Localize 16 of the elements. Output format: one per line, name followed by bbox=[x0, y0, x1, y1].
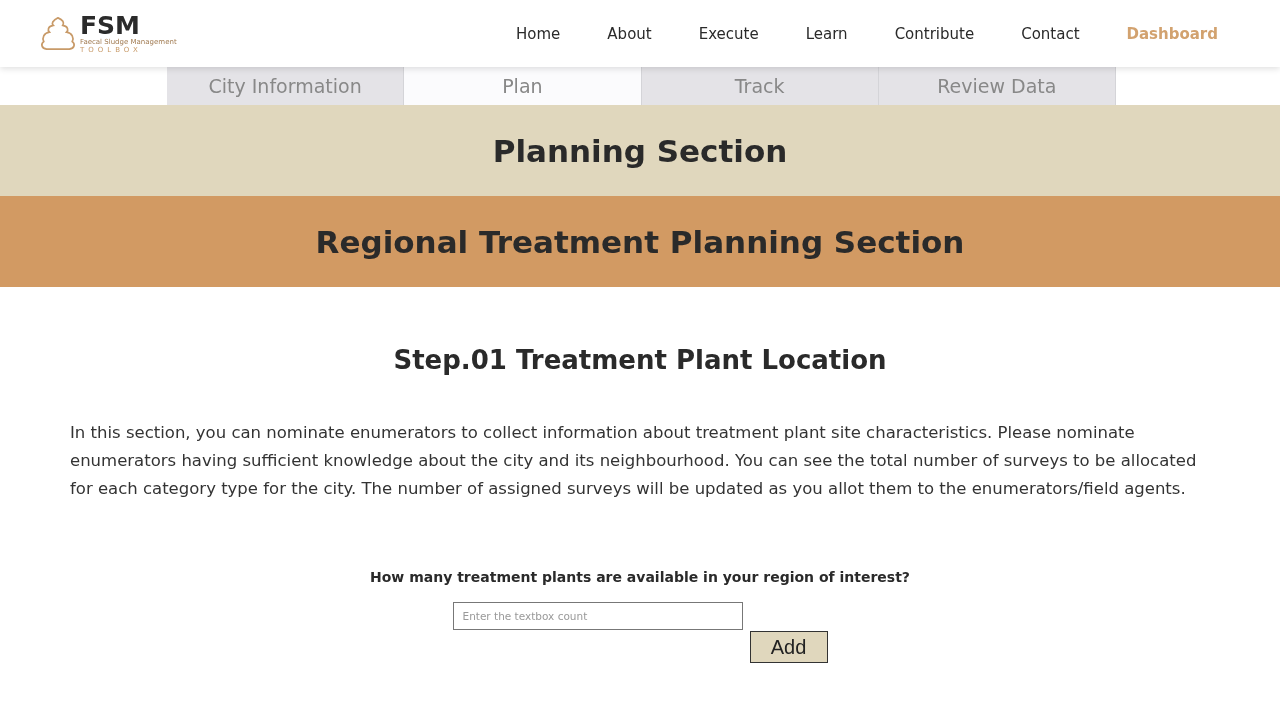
count-input-field[interactable]: Enter the textbox count bbox=[452, 602, 743, 630]
swirl-logo-icon bbox=[38, 14, 78, 53]
nav-link[interactable]: Learn bbox=[805, 24, 848, 43]
logo-title: FSM bbox=[80, 13, 140, 38]
tab[interactable]: Plan bbox=[404, 67, 642, 105]
section-title: Planning Section bbox=[492, 132, 788, 169]
nav-link[interactable]: Contact bbox=[1021, 24, 1080, 43]
step-title: Step.01 Treatment Plant Location bbox=[392, 345, 888, 375]
question-label: How many treatment plants are available in your region of interest? bbox=[370, 569, 910, 585]
add-button[interactable]: Add bbox=[749, 631, 828, 663]
subsection-title: Regional Treatment Planning Section bbox=[315, 223, 965, 260]
nav-link[interactable]: Home bbox=[516, 24, 561, 43]
nav-link[interactable]: Execute bbox=[698, 24, 759, 43]
nav-link[interactable]: Contribute bbox=[894, 24, 975, 43]
description-paragraph: In this section, you can nominate enumerators to collect information about treatment plant site characteristics. Please nominate enumerators having sufficient knowledge about the city and its neighbourhood. You can see the total number of surveys to be allocated for each category type for the city. The number of assigned surveys will be updated as you allot them to the enumerators/field agents. bbox=[70, 422, 1198, 500]
nav-link[interactable]: About bbox=[607, 24, 652, 43]
